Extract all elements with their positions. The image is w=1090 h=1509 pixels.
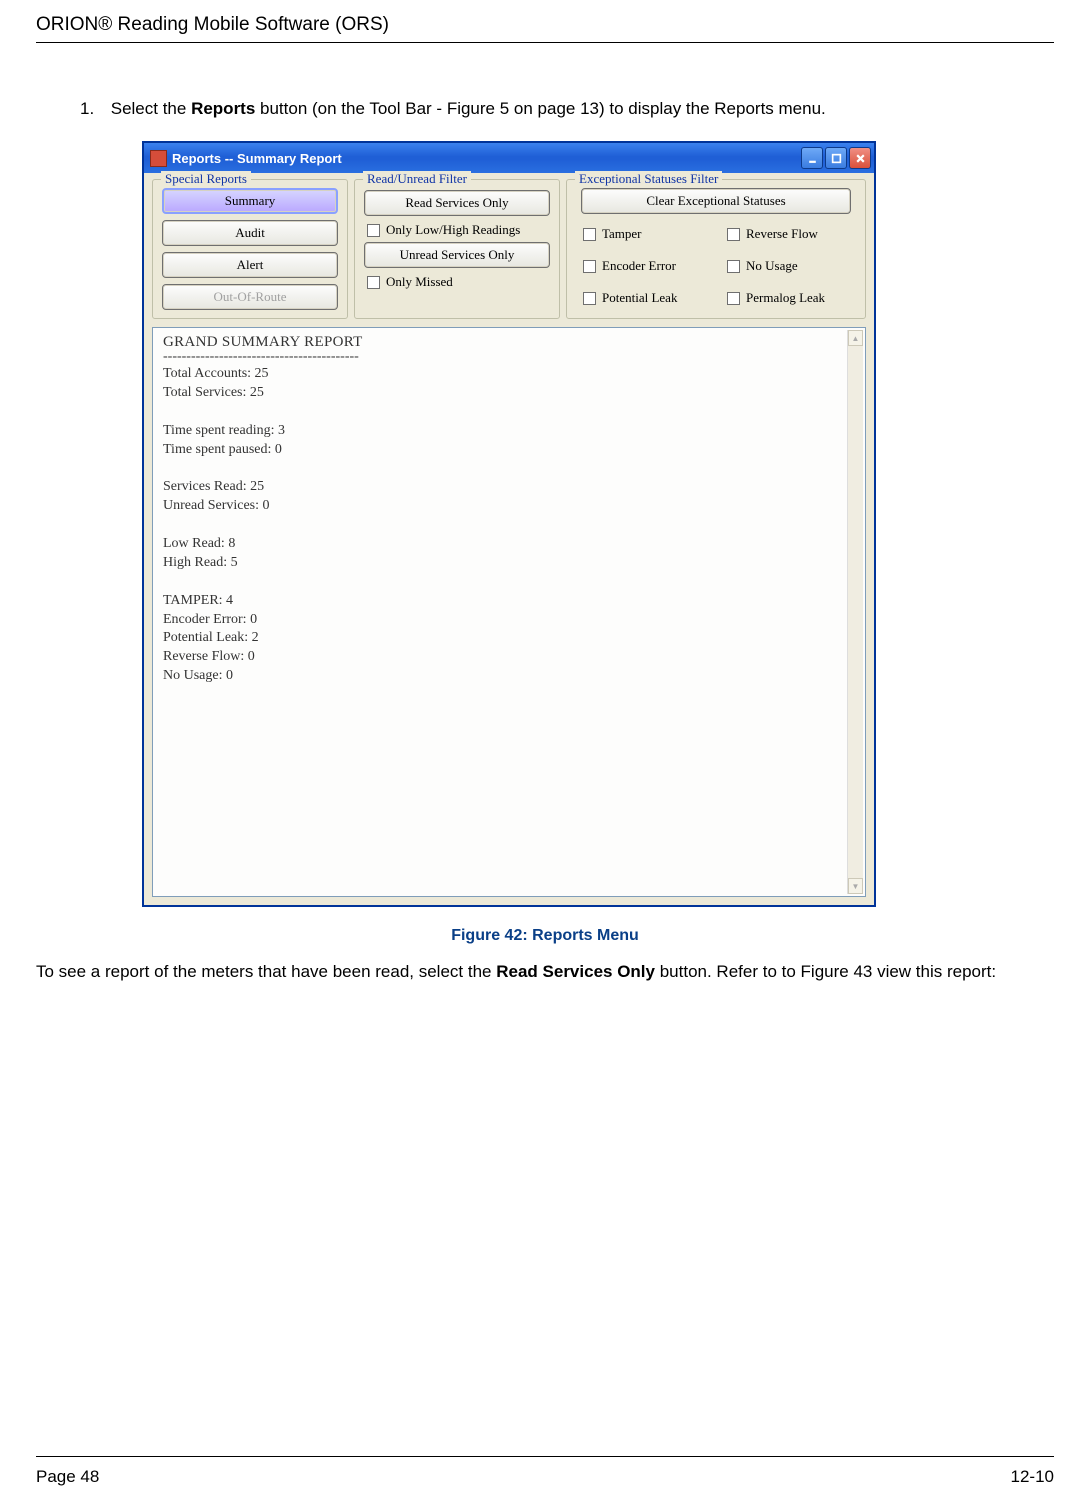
checkbox-icon [367,276,380,289]
report-line [163,403,855,422]
scroll-up-icon[interactable]: ▲ [848,330,863,346]
report-line: Unread Services: 0 [163,497,855,516]
read-services-button[interactable]: Read Services Only [364,190,550,216]
special-reports-group: Special Reports Summary Audit Alert Out-… [152,179,348,319]
report-line: Reverse Flow: 0 [163,648,855,667]
report-line: TAMPER: 4 [163,592,855,611]
only-lowhigh-label: Only Low/High Readings [386,222,520,238]
report-line: Total Services: 25 [163,384,855,403]
body-suffix: button. Refer to to Figure 43 view this … [655,962,996,981]
maximize-button[interactable] [825,147,847,169]
scrollbar[interactable]: ▲ ▼ [847,330,863,894]
audit-button[interactable]: Audit [162,220,338,246]
only-missed-checkbox[interactable]: Only Missed [367,274,551,290]
report-body: Total Accounts: 25Total Services: 25 Tim… [163,365,855,686]
reports-window: Reports -- Summary Report Special Report… [142,141,876,907]
body-paragraph: To see a report of the meters that have … [36,961,1054,984]
body-bold: Read Services Only [496,962,655,981]
checkbox-icon [583,228,596,241]
checkbox-icon [727,292,740,305]
report-line [163,573,855,592]
special-reports-label: Special Reports [161,171,251,187]
report-line: High Read: 5 [163,554,855,573]
report-line: Time spent reading: 3 [163,422,855,441]
minimize-button[interactable] [801,147,823,169]
no-usage-checkbox[interactable]: No Usage [727,258,857,274]
page-footer: Page 48 12-10 [36,1467,1054,1487]
report-line [163,516,855,535]
potential-leak-label: Potential Leak [602,290,677,306]
report-divider: ----------------------------------------… [163,349,855,365]
permalog-leak-checkbox[interactable]: Permalog Leak [727,290,857,306]
step-suffix: button (on the Tool Bar - Figure 5 on pa… [255,99,825,118]
report-line: Time spent paused: 0 [163,441,855,460]
titlebar: Reports -- Summary Report [144,143,874,173]
no-usage-label: No Usage [746,258,798,274]
reverse-flow-label: Reverse Flow [746,226,818,242]
report-line: No Usage: 0 [163,667,855,686]
footer-rule [36,1456,1054,1457]
read-filter-group: Read/Unread Filter Read Services Only On… [354,179,560,319]
instruction-step: 1. Select the Reports button (on the Too… [80,99,1054,119]
read-filter-label: Read/Unread Filter [363,171,471,187]
checkbox-icon [583,292,596,305]
tamper-checkbox[interactable]: Tamper [583,226,713,242]
tamper-label: Tamper [602,226,642,242]
scroll-down-icon[interactable]: ▼ [848,878,863,894]
checkbox-icon [583,260,596,273]
body-prefix: To see a report of the meters that have … [36,962,496,981]
checkbox-icon [727,260,740,273]
alert-button[interactable]: Alert [162,252,338,278]
clear-exceptional-button[interactable]: Clear Exceptional Statuses [581,188,851,214]
report-line: Potential Leak: 2 [163,629,855,648]
report-line: Total Accounts: 25 [163,365,855,384]
out-of-route-button: Out-Of-Route [162,284,338,310]
footer-left: Page 48 [36,1467,99,1487]
permalog-leak-label: Permalog Leak [746,290,825,306]
step-number: 1. [80,99,106,119]
reverse-flow-checkbox[interactable]: Reverse Flow [727,226,857,242]
checkbox-icon [727,228,740,241]
page-header: ORION® Reading Mobile Software (ORS) [36,0,1054,43]
encoder-error-checkbox[interactable]: Encoder Error [583,258,713,274]
exceptional-status-label: Exceptional Statuses Filter [575,171,722,187]
step-prefix: Select the [111,99,191,118]
footer-right: 12-10 [1011,1467,1054,1487]
report-line: Low Read: 8 [163,535,855,554]
summary-button[interactable]: Summary [162,188,338,214]
only-missed-label: Only Missed [386,274,453,290]
checkbox-icon [367,224,380,237]
unread-services-button[interactable]: Unread Services Only [364,242,550,268]
only-lowhigh-checkbox[interactable]: Only Low/High Readings [367,222,551,238]
report-line: Services Read: 25 [163,478,855,497]
exceptional-status-group: Exceptional Statuses Filter Clear Except… [566,179,866,319]
figure-caption: Figure 42: Reports Menu [36,927,1054,945]
report-line [163,459,855,478]
filters-row: Special Reports Summary Audit Alert Out-… [144,173,874,327]
window-title: Reports -- Summary Report [172,151,799,166]
report-output: ▲ ▼ GRAND SUMMARY REPORT ---------------… [152,327,866,897]
app-icon [150,150,167,167]
report-line: Encoder Error: 0 [163,611,855,630]
step-bold: Reports [191,99,255,118]
close-button[interactable] [849,147,871,169]
potential-leak-checkbox[interactable]: Potential Leak [583,290,713,306]
encoder-error-label: Encoder Error [602,258,676,274]
